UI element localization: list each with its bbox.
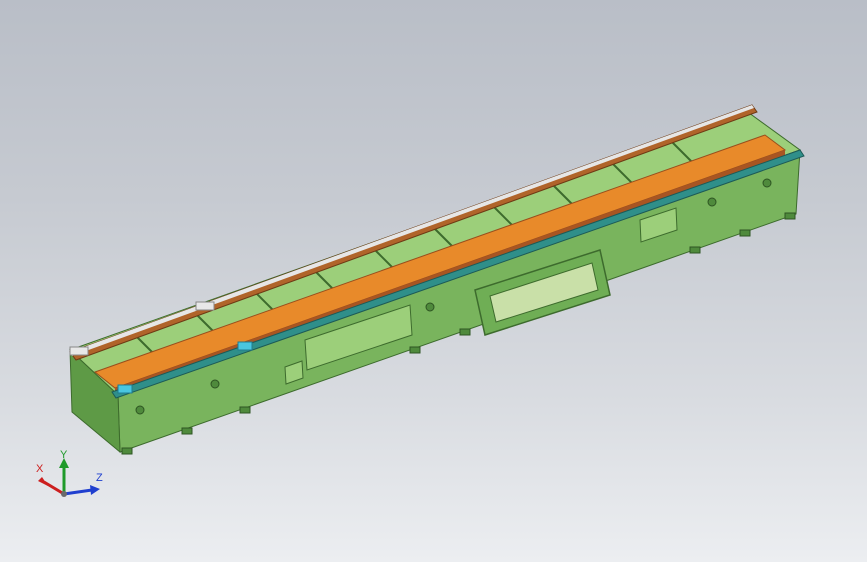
axis-triad: X Y Z — [30, 450, 110, 510]
machine-bed-model[interactable] — [0, 0, 867, 562]
slide-block-4 — [69, 346, 89, 356]
cad-viewport[interactable]: X Y Z — [0, 0, 867, 562]
slide-block-2 — [237, 341, 253, 351]
slide-block-1 — [117, 384, 133, 394]
slide-block-3 — [195, 301, 215, 311]
axis-y-label: Y — [60, 449, 68, 461]
axis-x-label: X — [36, 463, 44, 475]
front-guide-rail — [111, 149, 805, 399]
axis-z-label: Z — [96, 472, 103, 484]
center-rail — [93, 134, 787, 389]
